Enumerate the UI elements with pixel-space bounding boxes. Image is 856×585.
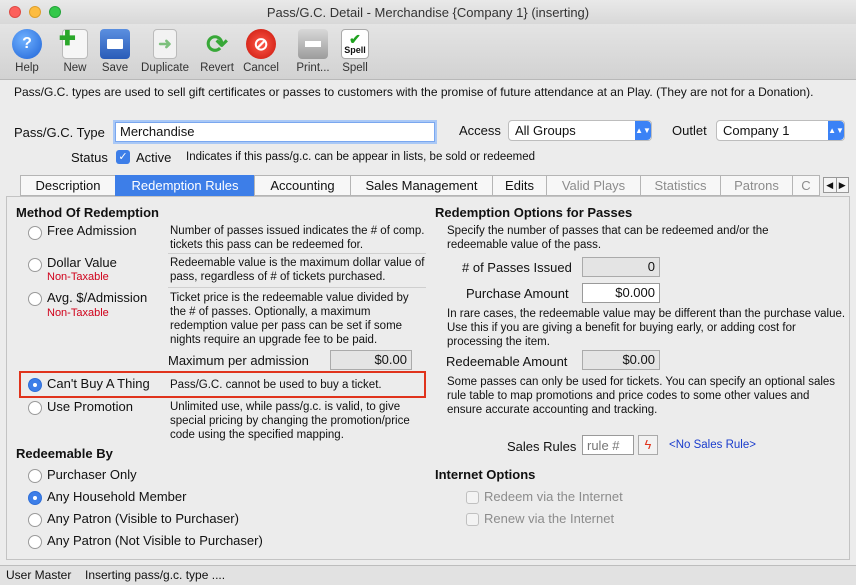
any-household-radio[interactable] [28, 491, 42, 505]
avg-admission-radio[interactable] [28, 292, 42, 306]
revert-icon: ⟳ [206, 28, 228, 59]
any-patron-visible-radio[interactable] [28, 513, 42, 527]
purchase-amount-label: Purchase Amount [466, 286, 569, 301]
toolbar: ? Help ✚ New Save ➜ Duplicate ⟳ Revert ⊘… [0, 24, 856, 80]
save-button[interactable]: Save [90, 27, 140, 77]
cant-buy-label: Can't Buy A Thing [47, 376, 150, 391]
options-heading: Redemption Options for Passes [435, 205, 633, 220]
any-household-label: Any Household Member [47, 489, 187, 504]
tab-scroll-controls: ◀ ▶ [823, 177, 849, 193]
status-message: Inserting pass/g.c. type .... [85, 568, 226, 582]
tab-accounting[interactable]: Accounting [254, 175, 350, 196]
tab-sales-management[interactable]: Sales Management [350, 175, 492, 196]
options-desc-1: Specify the number of passes that can be… [447, 225, 769, 251]
tab-patrons[interactable]: Patrons [720, 175, 792, 196]
passes-issued-field: 0 [582, 257, 660, 277]
tab-scroll-right-icon[interactable]: ▶ [837, 178, 849, 192]
help-icon: ? [12, 29, 42, 59]
active-label: Active [136, 150, 172, 165]
redeem-internet-label: Redeem via the Internet [484, 489, 623, 504]
any-patron-not-visible-radio[interactable] [28, 535, 42, 549]
lightning-lookup-icon[interactable]: ϟ [638, 435, 658, 455]
avg-admission-tax-note: Non-Taxable [47, 307, 109, 319]
options-desc-2: In rare cases, the redeemable value may … [447, 308, 846, 348]
new-document-icon: ✚ [59, 28, 88, 59]
use-promotion-desc: Unlimited use, while pass/g.c. is valid,… [170, 401, 410, 441]
access-select[interactable]: All Groups ▲▼ [508, 120, 652, 141]
divider [168, 253, 426, 254]
save-disk-icon [100, 29, 130, 59]
active-checkbox[interactable]: ✓ [116, 150, 130, 164]
free-admission-radio[interactable] [28, 226, 42, 240]
tab-description[interactable]: Description [20, 175, 115, 196]
tab-scroll-left-icon[interactable]: ◀ [824, 178, 837, 192]
renew-internet-checkbox[interactable] [466, 513, 479, 526]
sales-rules-label: Sales Rules [507, 439, 577, 454]
sales-rules-input[interactable] [582, 435, 634, 455]
dollar-value-tax-note: Non-Taxable [47, 271, 109, 283]
access-label: Access [459, 123, 501, 138]
tab-statistics[interactable]: Statistics [640, 175, 720, 196]
max-per-admission-field: $0.00 [330, 350, 412, 370]
pass-type-input[interactable]: Merchandise [115, 122, 435, 142]
info-text: Pass/G.C. types are used to sell gift ce… [14, 85, 814, 99]
renew-internet-label: Renew via the Internet [484, 511, 615, 526]
tab-redemption-rules[interactable]: Redemption Rules [115, 175, 254, 196]
checkmark-icon: ✓ [118, 151, 128, 163]
help-button[interactable]: ? Help [2, 27, 52, 77]
cancel-button[interactable]: ⊘ Cancel [236, 27, 286, 77]
spell-button[interactable]: ✔ Spell Spell [330, 27, 380, 77]
redeemable-by-heading: Redeemable By [16, 446, 113, 461]
status-user: User Master [6, 568, 72, 582]
duplicate-button[interactable]: ➜ Duplicate [140, 27, 190, 77]
method-heading: Method Of Redemption [16, 205, 159, 220]
avg-admission-label: Avg. $/Admission [47, 290, 148, 305]
free-admission-desc: Number of passes issued indicates the # … [170, 225, 425, 251]
cant-buy-desc: Pass/G.C. cannot be used to buy a ticket… [170, 379, 382, 391]
revert-button[interactable]: ⟳ Revert [192, 27, 242, 77]
redeemable-amount-label: Redeemable Amount [446, 354, 568, 369]
outlet-label: Outlet [672, 123, 707, 138]
avg-admission-desc: Ticket price is the redeemable value div… [170, 292, 409, 346]
dollar-value-label: Dollar Value [47, 255, 117, 270]
tab-c-truncated[interactable]: C [792, 175, 820, 196]
spell-check-icon: ✔ Spell [341, 29, 369, 59]
pass-type-label: Pass/G.C. Type [14, 125, 105, 140]
purchase-amount-input[interactable]: $0.000 [582, 283, 660, 303]
status-bar: User Master Inserting pass/g.c. type ...… [0, 565, 856, 585]
purchaser-only-label: Purchaser Only [47, 467, 137, 482]
cancel-icon: ⊘ [246, 29, 276, 59]
purchaser-only-radio[interactable] [28, 469, 42, 483]
internet-options-heading: Internet Options [435, 467, 536, 482]
max-per-admission-label: Maximum per admission [168, 353, 309, 368]
cant-buy-radio[interactable] [28, 378, 42, 392]
free-admission-label: Free Admission [47, 223, 137, 238]
options-desc-3: Some passes can only be used for tickets… [447, 376, 836, 416]
tab-edits[interactable]: Edits [492, 175, 546, 196]
divider [168, 287, 426, 288]
printer-icon [298, 29, 328, 59]
tab-valid-plays[interactable]: Valid Plays [546, 175, 640, 196]
use-promotion-radio[interactable] [28, 401, 42, 415]
dollar-value-desc: Redeemable value is the maximum dollar v… [170, 257, 425, 283]
duplicate-icon: ➜ [153, 29, 177, 59]
redeemable-amount-field: $0.00 [582, 350, 660, 370]
window-title: Pass/G.C. Detail - Merchandise {Company … [266, 5, 590, 20]
active-description: Indicates if this pass/g.c. can be appea… [186, 151, 536, 163]
any-patron-visible-label: Any Patron (Visible to Purchaser) [47, 511, 239, 526]
chevron-updown-icon: ▲▼ [828, 121, 844, 140]
status-label: Status [71, 150, 108, 165]
any-patron-not-visible-label: Any Patron (Not Visible to Purchaser) [47, 533, 263, 548]
window-title-bar: Pass/G.C. Detail - Merchandise {Company … [0, 0, 856, 25]
passes-issued-label: # of Passes Issued [462, 260, 572, 275]
dollar-value-radio[interactable] [28, 258, 42, 272]
redeem-internet-checkbox[interactable] [466, 491, 479, 504]
use-promotion-label: Use Promotion [47, 399, 133, 414]
no-sales-rule-link[interactable]: <No Sales Rule> [669, 439, 756, 451]
outlet-select[interactable]: Company 1 ▲▼ [716, 120, 845, 141]
chevron-updown-icon: ▲▼ [635, 121, 651, 140]
